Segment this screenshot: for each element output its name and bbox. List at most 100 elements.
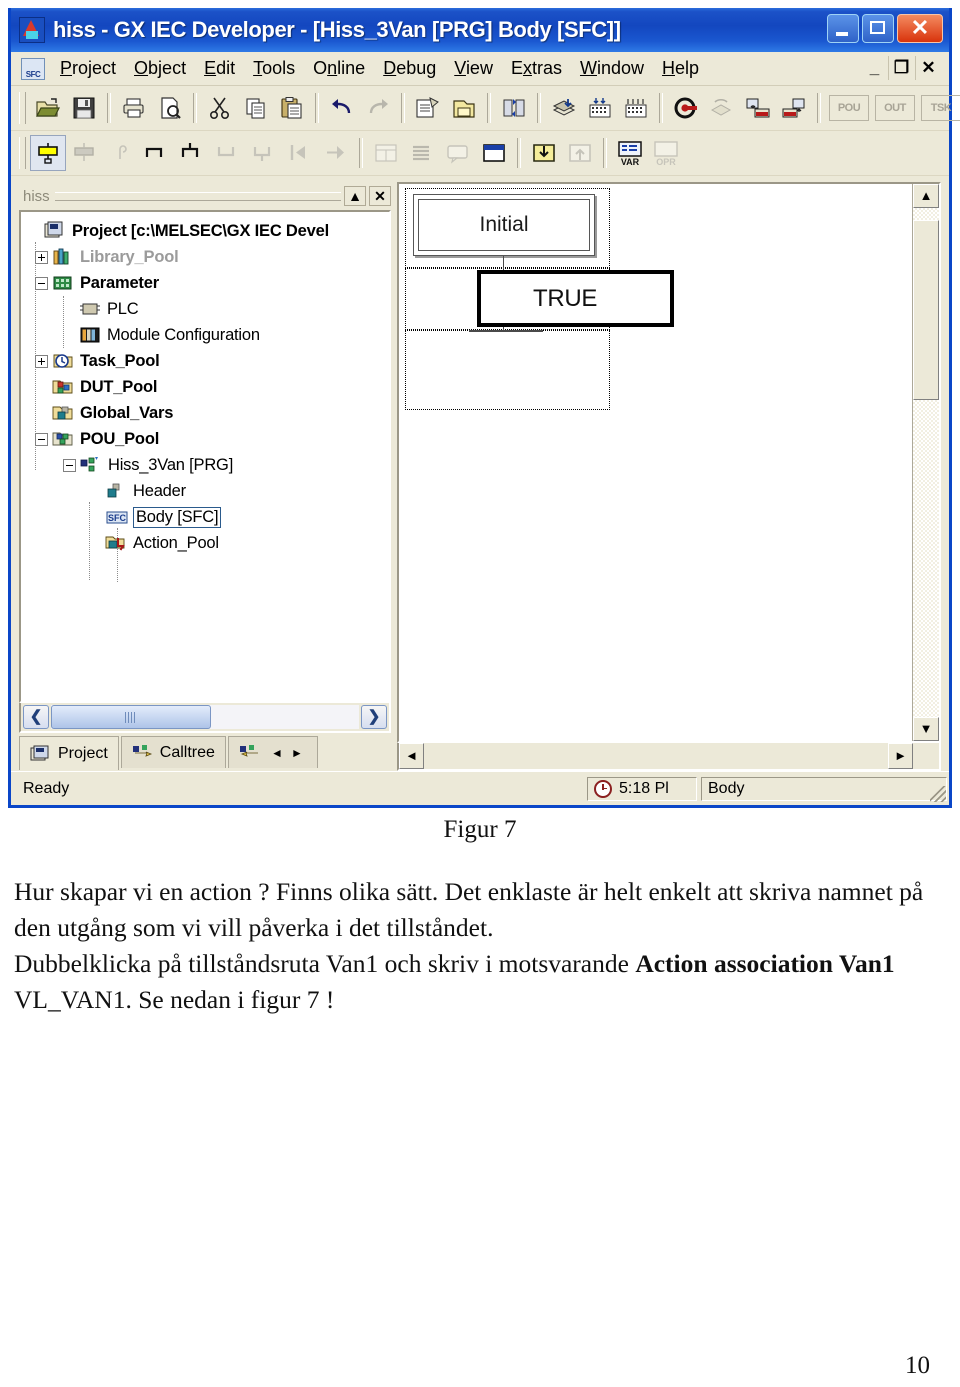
toolbar-grip[interactable] (19, 137, 26, 169)
menu-item-view[interactable]: View (445, 56, 502, 81)
sfc-simult-convergence-icon[interactable] (246, 135, 282, 171)
menu-item-object[interactable]: Object (125, 56, 195, 81)
export-icon[interactable] (562, 135, 598, 171)
tree-node-header[interactable]: Header (27, 478, 389, 504)
pou-tag-button[interactable]: POU (829, 95, 869, 121)
sfc-branch-left-icon[interactable] (174, 135, 210, 171)
open-project-icon[interactable] (30, 90, 66, 126)
tree-node-library-pool[interactable]: Library_Pool (27, 244, 389, 270)
tree-node-global-vars[interactable]: Global_Vars (27, 400, 389, 426)
mdi-minimize-button[interactable]: _ (862, 56, 887, 80)
print-icon[interactable] (116, 90, 152, 126)
compile-icon[interactable] (618, 90, 654, 126)
sfc-transition[interactable]: TRUE (477, 270, 674, 327)
resize-grip[interactable] (930, 786, 946, 802)
scroll-down-button[interactable]: ▼ (913, 717, 939, 741)
expander-plus-icon[interactable] (35, 354, 48, 368)
tree-node-parameter[interactable]: Parameter (27, 270, 389, 296)
scroll-left-button[interactable]: ❮ (23, 705, 49, 729)
open-object-icon[interactable] (446, 90, 482, 126)
build-icon[interactable] (546, 90, 582, 126)
sfc-branch-right-icon[interactable] (138, 135, 174, 171)
undo-icon[interactable] (324, 90, 360, 126)
menu-item-online[interactable]: Online (304, 56, 374, 81)
new-object-icon[interactable] (410, 90, 446, 126)
variable-list-icon[interactable]: VAR (612, 135, 648, 171)
tree-node-project[interactable]: Project [c:\MELSEC\GX IEC Devel (27, 218, 389, 244)
menu-item-tools[interactable]: Tools (244, 56, 304, 81)
menu-item-edit[interactable]: Edit (195, 56, 244, 81)
mdi-close-button[interactable]: ✕ (915, 56, 941, 80)
sfc-initial-step[interactable]: Initial (413, 194, 595, 256)
sfc-transition-icon[interactable] (66, 135, 102, 171)
scroll-right-button[interactable]: ❯ (361, 705, 387, 729)
menu-item-window[interactable]: Window (571, 56, 653, 81)
tab-scroll-prev-button[interactable]: ◄ (267, 746, 287, 760)
maximize-button[interactable] (862, 14, 894, 43)
refresh-monitor-icon[interactable] (704, 90, 740, 126)
sfc-next-icon[interactable] (318, 135, 354, 171)
import-icon[interactable] (526, 135, 562, 171)
tree-node-task-pool[interactable]: Task_Pool (27, 348, 389, 374)
save-icon[interactable] (66, 90, 102, 126)
monitor-mode-icon[interactable] (668, 90, 704, 126)
menu-item-project[interactable]: Project (51, 56, 125, 81)
window-body-icon[interactable] (476, 135, 512, 171)
project-tree[interactable]: Project [c:\MELSEC\GX IEC Devel Library_… (19, 210, 391, 703)
expander-plus-icon[interactable] (35, 250, 48, 264)
scroll-track[interactable] (424, 743, 888, 769)
copy-icon[interactable] (238, 90, 274, 126)
sfc-previous-icon[interactable] (282, 135, 318, 171)
minimize-button[interactable] (827, 14, 859, 43)
toolbar-grip[interactable] (19, 92, 26, 124)
editor-horizontal-scrollbar[interactable]: ◄ ► (397, 743, 941, 771)
download-plc-icon[interactable] (740, 90, 776, 126)
transfer-icon[interactable] (496, 90, 532, 126)
action-block-icon[interactable] (368, 135, 404, 171)
sfc-simult-divergence-icon[interactable] (210, 135, 246, 171)
navigator-minimize-button[interactable]: ▲ (344, 186, 366, 206)
scroll-thumb[interactable] (913, 220, 939, 400)
tab-navigation-group[interactable]: ◄ ► (227, 736, 318, 768)
scroll-left-button[interactable]: ◄ (399, 743, 424, 769)
mdi-restore-button[interactable]: ❐ (888, 56, 914, 80)
menu-item-debug[interactable]: Debug (374, 56, 445, 81)
tree-node-dut-pool[interactable]: DUT_Pool (27, 374, 389, 400)
list-view-icon[interactable] (404, 135, 440, 171)
tsk-tag-button[interactable]: TSK (921, 95, 960, 121)
comment-icon[interactable] (440, 135, 476, 171)
scroll-thumb[interactable] (51, 705, 212, 729)
sfc-step-icon[interactable] (30, 135, 66, 171)
menu-item-extras[interactable]: Extras (502, 56, 571, 81)
sfc-canvas[interactable]: Initial TRUE (399, 184, 912, 741)
tree-horizontal-scrollbar[interactable]: ❮ ❯ (19, 703, 391, 733)
print-preview-icon[interactable] (152, 90, 188, 126)
tree-node-plc[interactable]: PLC (27, 296, 389, 322)
expander-icon[interactable] (27, 225, 40, 238)
scroll-track[interactable] (51, 705, 359, 729)
menu-item-help[interactable]: Help (653, 56, 708, 81)
tree-node-body-sfc[interactable]: SFC Body [SFC] (27, 504, 389, 530)
tree-node-action-pool[interactable]: Action_Pool (27, 530, 389, 556)
sfc-jump-icon[interactable] (102, 135, 138, 171)
redo-icon[interactable] (360, 90, 396, 126)
upload-plc-icon[interactable] (776, 90, 812, 126)
scroll-right-button[interactable]: ► (888, 743, 913, 769)
expander-minus-icon[interactable] (35, 432, 48, 446)
rebuild-all-icon[interactable] (582, 90, 618, 126)
editor-vertical-scrollbar[interactable]: ▲ ▼ (912, 184, 939, 741)
tree-node-hiss3van-prg[interactable]: Hiss_3Van [PRG] (27, 452, 389, 478)
scroll-up-button[interactable]: ▲ (913, 184, 939, 208)
tab-calltree[interactable]: Calltree (120, 736, 226, 768)
tree-node-module-configuration[interactable]: Module Configuration (27, 322, 389, 348)
expander-minus-icon[interactable] (35, 276, 48, 290)
scroll-track[interactable] (913, 208, 939, 717)
close-button[interactable]: ✕ (897, 14, 943, 43)
operator-list-icon[interactable]: OPR (648, 135, 684, 171)
out-tag-button[interactable]: OUT (875, 95, 915, 121)
paste-icon[interactable] (274, 90, 310, 126)
tree-node-pou-pool[interactable]: POU_Pool (27, 426, 389, 452)
expander-minus-icon[interactable] (63, 458, 76, 472)
cut-icon[interactable] (202, 90, 238, 126)
tab-scroll-next-button[interactable]: ► (287, 746, 307, 760)
